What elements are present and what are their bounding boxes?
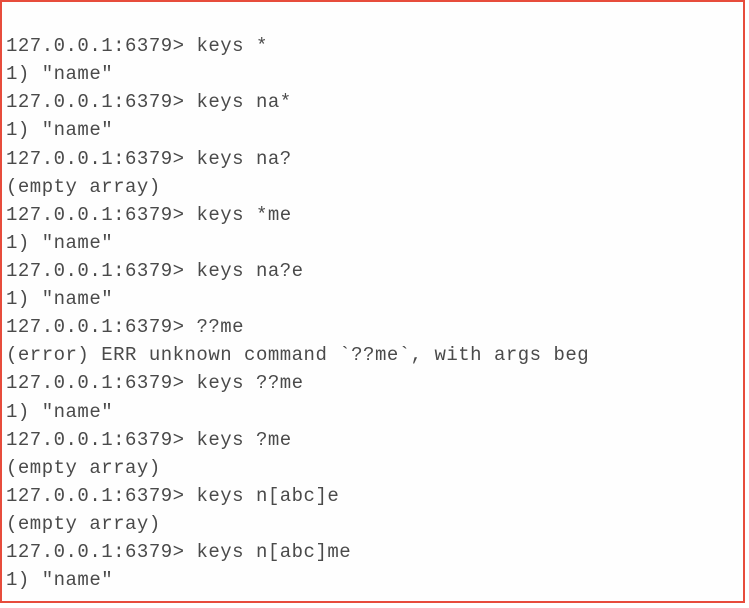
terminal-line: 127.0.0.1:6379> keys * [6, 35, 268, 57]
command: keys *me [196, 204, 291, 226]
command: keys n[abc]me [196, 541, 351, 563]
prompt: 127.0.0.1:6379> [6, 485, 196, 507]
prompt: 127.0.0.1:6379> [6, 35, 196, 57]
terminal-line: 127.0.0.1:6379> keys na? [6, 148, 292, 170]
output-line: (empty array) [6, 176, 161, 198]
output-line: (error) ERR unknown command `??me`, with… [6, 344, 589, 366]
prompt: 127.0.0.1:6379> [6, 260, 196, 282]
terminal-line: 127.0.0.1:6379> keys n[abc]e [6, 485, 339, 507]
output-line: (empty array) [6, 513, 161, 535]
command: ??me [196, 316, 244, 338]
prompt: 127.0.0.1:6379> [6, 372, 196, 394]
output-line: 1) "name" [6, 569, 113, 591]
terminal-line: 127.0.0.1:6379> keys *me [6, 204, 292, 226]
terminal-line: 127.0.0.1:6379> keys ??me [6, 372, 304, 394]
output-line: 1) "name" [6, 232, 113, 254]
output-line: 1) "name" [6, 119, 113, 141]
output-line: 1) "name" [6, 401, 113, 423]
terminal-line: 127.0.0.1:6379> keys na?e [6, 260, 304, 282]
prompt: 127.0.0.1:6379> [6, 541, 196, 563]
output-line: (empty array) [6, 457, 161, 479]
terminal-line: 127.0.0.1:6379> keys na* [6, 91, 292, 113]
prompt: 127.0.0.1:6379> [6, 148, 196, 170]
terminal-window[interactable]: 127.0.0.1:6379> keys * 1) "name" 127.0.0… [0, 0, 745, 603]
command: keys na?e [196, 260, 303, 282]
command: keys na* [196, 91, 291, 113]
command: keys ?me [196, 429, 291, 451]
command: keys n[abc]e [196, 485, 339, 507]
prompt: 127.0.0.1:6379> [6, 204, 196, 226]
command: keys ??me [196, 372, 303, 394]
prompt: 127.0.0.1:6379> [6, 91, 196, 113]
command: keys * [196, 35, 267, 57]
prompt: 127.0.0.1:6379> [6, 316, 196, 338]
command: keys na? [196, 148, 291, 170]
output-line: 1) "name" [6, 288, 113, 310]
terminal-line: 127.0.0.1:6379> keys ?me [6, 429, 292, 451]
prompt: 127.0.0.1:6379> [6, 429, 196, 451]
terminal-line: 127.0.0.1:6379> ??me [6, 316, 244, 338]
terminal-line: 127.0.0.1:6379> keys n[abc]me [6, 541, 351, 563]
output-line: 1) "name" [6, 63, 113, 85]
